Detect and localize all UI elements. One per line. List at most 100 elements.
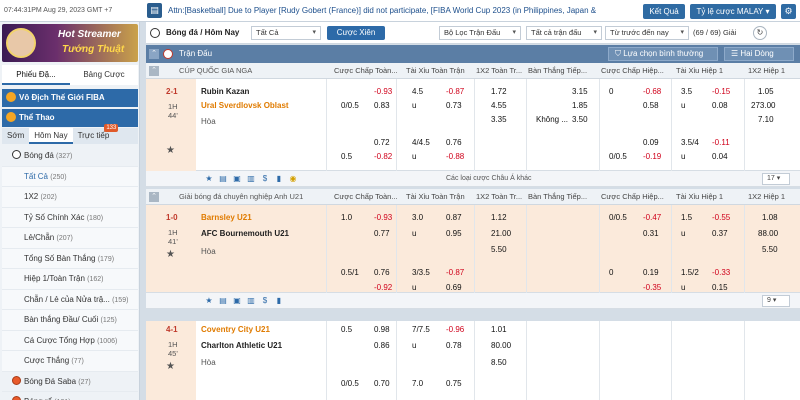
next-goal-home-odds[interactable]: 3.15: [572, 87, 588, 96]
over-odds[interactable]: -0.87: [446, 268, 464, 277]
away-win-odds[interactable]: 21.00: [491, 229, 511, 238]
market-count-select[interactable]: 9 ▾: [762, 295, 790, 307]
h1-away-win-odds[interactable]: 273.00: [751, 101, 775, 110]
more-asian-bets-link[interactable]: Các loại cược Châu Á khác: [446, 175, 532, 182]
handicap-home-odds[interactable]: 0.76: [374, 268, 390, 277]
over-odds[interactable]: -0.96: [446, 325, 464, 334]
h1-draw-odds[interactable]: 7.10: [758, 115, 774, 124]
home-win-odds[interactable]: 1.12: [491, 213, 507, 222]
under-odds[interactable]: 0.69: [446, 283, 462, 292]
league-name[interactable]: CÚP QUỐC GIA NGA: [179, 66, 252, 75]
sidebar-item[interactable]: Bóng Đá Saba (27): [2, 371, 138, 392]
handicap-away-odds[interactable]: 0.83: [374, 101, 390, 110]
streamer-banner[interactable]: Hot Streamer Tướng Thuật: [2, 24, 138, 62]
h1-handicap-away-odds[interactable]: -0.19: [643, 152, 661, 161]
under-odds[interactable]: 0.78: [446, 341, 462, 350]
over-odds[interactable]: 0.75: [446, 379, 462, 388]
handicap-home-odds[interactable]: -0.93: [374, 87, 392, 96]
tab-bet-list[interactable]: Bảng Cược: [70, 65, 138, 85]
tab-today[interactable]: Hôm Nay: [29, 128, 73, 144]
sort-select[interactable]: Từ trước đến nay ▾: [605, 26, 689, 40]
no-goal-odds[interactable]: 3.50: [572, 115, 588, 124]
handicap-away-odds[interactable]: -0.92: [374, 283, 392, 292]
sidebar-item[interactable]: Cá Cược Tổng Hợp (1006): [2, 330, 138, 351]
h1-under-odds[interactable]: 0.08: [712, 101, 728, 110]
under-odds[interactable]: 0.95: [446, 229, 462, 238]
bar-chart-icon[interactable]: ▮: [274, 174, 284, 184]
parlay-button[interactable]: Cược Xiên: [327, 26, 385, 40]
h1-handicap-away-odds[interactable]: -0.35: [643, 283, 661, 292]
handicap-home-odds[interactable]: 0.70: [374, 379, 390, 388]
favorite-star-icon[interactable]: ★: [166, 145, 175, 156]
league-filter-select[interactable]: Bộ Lọc Trận Đấu ▾: [439, 26, 521, 40]
live-icon[interactable]: ◉: [288, 174, 298, 184]
home-win-odds[interactable]: 1.01: [491, 325, 507, 334]
collapse-icon[interactable]: ⌃: [149, 192, 159, 202]
results-button[interactable]: Kết Quả: [643, 4, 685, 19]
h1-handicap-home-odds[interactable]: -0.68: [643, 87, 661, 96]
tv-icon[interactable]: ▣: [232, 174, 242, 184]
sidebar-item[interactable]: Bóng rổ (121): [2, 392, 138, 400]
h1-away-win-odds[interactable]: 88.00: [758, 229, 778, 238]
handicap-home-odds[interactable]: -0.93: [374, 213, 392, 222]
star-icon[interactable]: ★: [204, 296, 214, 306]
bar-chart-icon[interactable]: ▮: [274, 296, 284, 306]
h1-handicap-home-odds[interactable]: 0.09: [643, 138, 659, 147]
sidebar-item[interactable]: Hiệp 1/Toàn Trận (162): [2, 269, 138, 290]
h1-handicap-away-odds[interactable]: 0.58: [643, 101, 659, 110]
stats-icon[interactable]: ▤: [218, 296, 228, 306]
megaphone-icon[interactable]: ▤: [147, 3, 162, 18]
sidebar-item[interactable]: Bóng đá (327): [2, 146, 138, 167]
h1-home-win-odds[interactable]: 1.08: [762, 213, 778, 222]
h1-over-odds[interactable]: -0.15: [712, 87, 730, 96]
tab-bet-slip[interactable]: Phiếu Đặ...: [2, 65, 70, 85]
dollar-icon[interactable]: $: [260, 296, 270, 306]
handicap-away-odds[interactable]: 0.86: [374, 341, 390, 350]
h1-handicap-away-odds[interactable]: 0.31: [643, 229, 659, 238]
h1-handicap-home-odds[interactable]: -0.47: [643, 213, 661, 222]
draw-odds[interactable]: 3.35: [491, 115, 507, 124]
handicap-home-odds[interactable]: 0.72: [374, 138, 390, 147]
sidebar-item[interactable]: Lẻ/Chẵn (207): [2, 228, 138, 249]
draw-odds[interactable]: 5.50: [491, 245, 507, 254]
collapse-icon[interactable]: ⌃: [149, 66, 159, 76]
draw-odds[interactable]: 8.50: [491, 358, 507, 367]
handicap-away-odds[interactable]: 0.77: [374, 229, 390, 238]
collapse-icon[interactable]: ⌃: [149, 49, 159, 59]
league-name[interactable]: Giải bóng đá chuyên nghiệp Anh U21: [179, 192, 303, 201]
h1-under-odds[interactable]: 0.04: [712, 152, 728, 161]
sidebar-item[interactable]: Chẵn / Lẻ của Nửa trậ... (159): [2, 289, 138, 310]
gear-icon[interactable]: ⚙: [781, 4, 796, 19]
under-odds[interactable]: 0.73: [446, 101, 462, 110]
away-win-odds[interactable]: 4.55: [491, 101, 507, 110]
sidebar-item[interactable]: Tất Cả (250): [2, 166, 138, 187]
away-win-odds[interactable]: 80.00: [491, 341, 511, 350]
home-win-odds[interactable]: 1.72: [491, 87, 507, 96]
star-icon[interactable]: ★: [204, 174, 214, 184]
h1-over-odds[interactable]: -0.55: [712, 213, 730, 222]
sidebar-item[interactable]: 1X2 (202): [2, 187, 138, 208]
h1-draw-odds[interactable]: 5.50: [762, 245, 778, 254]
h1-over-odds[interactable]: -0.33: [712, 268, 730, 277]
sidebar-item[interactable]: Cược Thắng (77): [2, 351, 138, 372]
under-odds[interactable]: -0.88: [446, 152, 464, 161]
h1-over-odds[interactable]: -0.11: [712, 138, 730, 147]
stats-icon[interactable]: ▤: [218, 174, 228, 184]
h1-under-odds[interactable]: 0.15: [712, 283, 728, 292]
market-select[interactable]: Tất Cả ▾: [251, 26, 321, 40]
handicap-away-odds[interactable]: -0.82: [374, 152, 392, 161]
tab-live[interactable]: Trực tiếp 133: [73, 124, 119, 144]
match-filter-select[interactable]: Tất cả trận đấu ▾: [526, 26, 602, 40]
sidebar-item[interactable]: Tỷ Số Chính Xác (180): [2, 207, 138, 228]
refresh-icon[interactable]: ↻: [753, 26, 767, 40]
view-mode-select[interactable]: ⛉ Lựa chọn bình thường: [608, 47, 718, 61]
dollar-icon[interactable]: $: [260, 174, 270, 184]
news-ticker[interactable]: Attn:[Basketball] Due to Player [Rudy Go…: [168, 6, 634, 15]
chart-icon[interactable]: ▥: [246, 174, 256, 184]
section-fiba[interactable]: Vô Địch Thế Giới FIBA: [2, 89, 138, 107]
over-odds[interactable]: -0.87: [446, 87, 464, 96]
sidebar-item[interactable]: Bàn thắng Đầu/ Cuối (125): [2, 310, 138, 331]
over-odds[interactable]: 0.87: [446, 213, 462, 222]
next-goal-away-odds[interactable]: 1.85: [572, 101, 588, 110]
h1-handicap-home-odds[interactable]: 0.19: [643, 268, 659, 277]
